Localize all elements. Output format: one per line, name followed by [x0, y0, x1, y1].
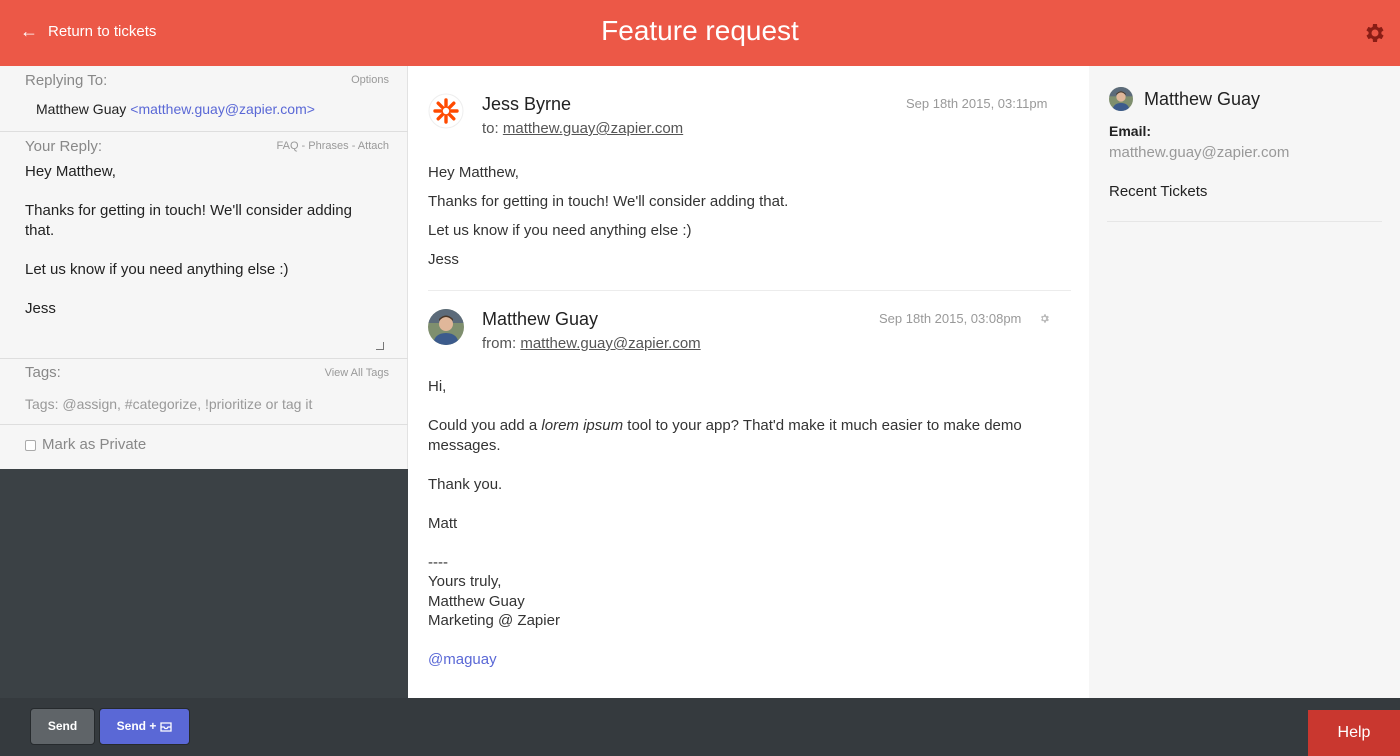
message-author: Matthew Guay [482, 309, 599, 329]
help-button[interactable]: Help [1308, 710, 1400, 756]
footer-toolbar: Send Send + Help [0, 698, 1400, 756]
message-date: Sep 18th 2015, 03:11pm [906, 96, 1048, 111]
sidebar-divider [1107, 221, 1382, 222]
replying-to-section: Replying To: Options Matthew Guay <matthe… [0, 66, 408, 132]
to-address-link[interactable]: matthew.guay@zapier.com [503, 120, 683, 137]
customer-sidebar: Matthew Guay Email: matthew.guay@zapier.… [1089, 66, 1400, 698]
resize-handle[interactable] [376, 342, 384, 350]
reply-textarea[interactable]: Hey Matthew, Thanks for getting in touch… [25, 162, 385, 318]
faq-phrases-attach-links[interactable]: FAQ - Phrases - Attach [277, 140, 390, 152]
tags-section: Tags: View All Tags Tags: @assign, #cate… [0, 359, 408, 425]
your-reply-section: Your Reply: FAQ - Phrases - Attach Hey M… [0, 132, 408, 359]
message-line: Thank you. [428, 476, 503, 493]
emphasis-text: lorem ipsum [541, 417, 624, 434]
message-line: Could you add a lorem ipsum tool to your… [428, 417, 1022, 434]
from-address-link[interactable]: matthew.guay@zapier.com [520, 335, 700, 352]
message-line: messages. [428, 437, 501, 454]
signature-separator: ---- [428, 554, 448, 571]
recipient: Matthew Guay <matthew.guay@zapier.com> [36, 101, 315, 117]
message-line: Thanks for getting in touch! We'll consi… [428, 193, 789, 210]
person-avatar-icon [428, 309, 464, 345]
message-line: Jess [428, 251, 459, 268]
signature-line: Yours truly, [428, 573, 502, 590]
customer-avatar [1109, 87, 1133, 111]
reply-panel: Replying To: Options Matthew Guay <matthe… [0, 66, 408, 469]
replying-to-label: Replying To: [25, 72, 108, 89]
text-segment: Could you add a [428, 417, 542, 434]
message-sender: from: matthew.guay@zapier.com [482, 335, 701, 352]
send-button[interactable]: Send [30, 708, 95, 745]
from-prefix: from: [482, 335, 517, 352]
tags-label: Tags: [25, 364, 61, 381]
message-date: Sep 18th 2015, 03:08pm [879, 311, 1022, 326]
text-segment: tool to your app? That'd make it much ea… [623, 417, 1022, 434]
message-author: Jess Byrne [482, 94, 572, 114]
signature-line: Marketing @ Zapier [428, 612, 560, 629]
message-line: Matt [428, 515, 458, 532]
message-matthew: Matthew Guay from: matthew.guay@zapier.c… [428, 290, 1071, 690]
signature-line: Matthew Guay [428, 593, 525, 610]
app-header: ← Return to tickets Feature request [0, 0, 1400, 66]
recipient-name: Matthew Guay [36, 101, 127, 117]
message-gear-icon[interactable] [1039, 313, 1050, 324]
avatar [428, 309, 464, 345]
conversation-column: Jess Byrne to: matthew.guay@zapier.com S… [408, 66, 1089, 698]
inbox-icon [160, 721, 172, 732]
message-line: Hey Matthew, [428, 164, 519, 181]
message-jess: Jess Byrne to: matthew.guay@zapier.com S… [428, 66, 1071, 290]
send-and-archive-button[interactable]: Send + [99, 708, 190, 745]
reply-column: Replying To: Options Matthew Guay <matthe… [0, 66, 408, 698]
message-recipient: to: matthew.guay@zapier.com [482, 120, 683, 137]
send-plus-label: Send + [116, 719, 157, 733]
gear-icon[interactable] [1362, 21, 1386, 45]
mark-private-checkbox[interactable] [25, 440, 36, 451]
customer-name: Matthew Guay [1144, 89, 1261, 109]
recent-tickets-label: Recent Tickets [1109, 183, 1208, 200]
mark-private-section: Mark as Private [0, 425, 408, 469]
customer-email: matthew.guay@zapier.com [1109, 144, 1290, 161]
options-link[interactable]: Options [351, 74, 389, 86]
view-all-tags-link[interactable]: View All Tags [325, 367, 389, 379]
mark-private-label[interactable]: Mark as Private [42, 436, 146, 453]
zapier-logo-icon [428, 93, 464, 129]
message-line: Hi, [428, 378, 447, 395]
page-title: Feature request [601, 15, 799, 46]
tags-input[interactable]: Tags: @assign, #categorize, !prioritize … [25, 396, 312, 412]
your-reply-label: Your Reply: [25, 138, 102, 155]
avatar [428, 93, 464, 129]
customer-email-label: Email: [1109, 123, 1152, 139]
person-avatar-icon [1109, 87, 1133, 111]
twitter-handle-link[interactable]: @maguay [428, 651, 497, 668]
recipient-email[interactable]: <matthew.guay@zapier.com> [130, 101, 315, 117]
to-prefix: to: [482, 120, 499, 137]
message-line: Let us know if you need anything else :) [428, 222, 692, 239]
